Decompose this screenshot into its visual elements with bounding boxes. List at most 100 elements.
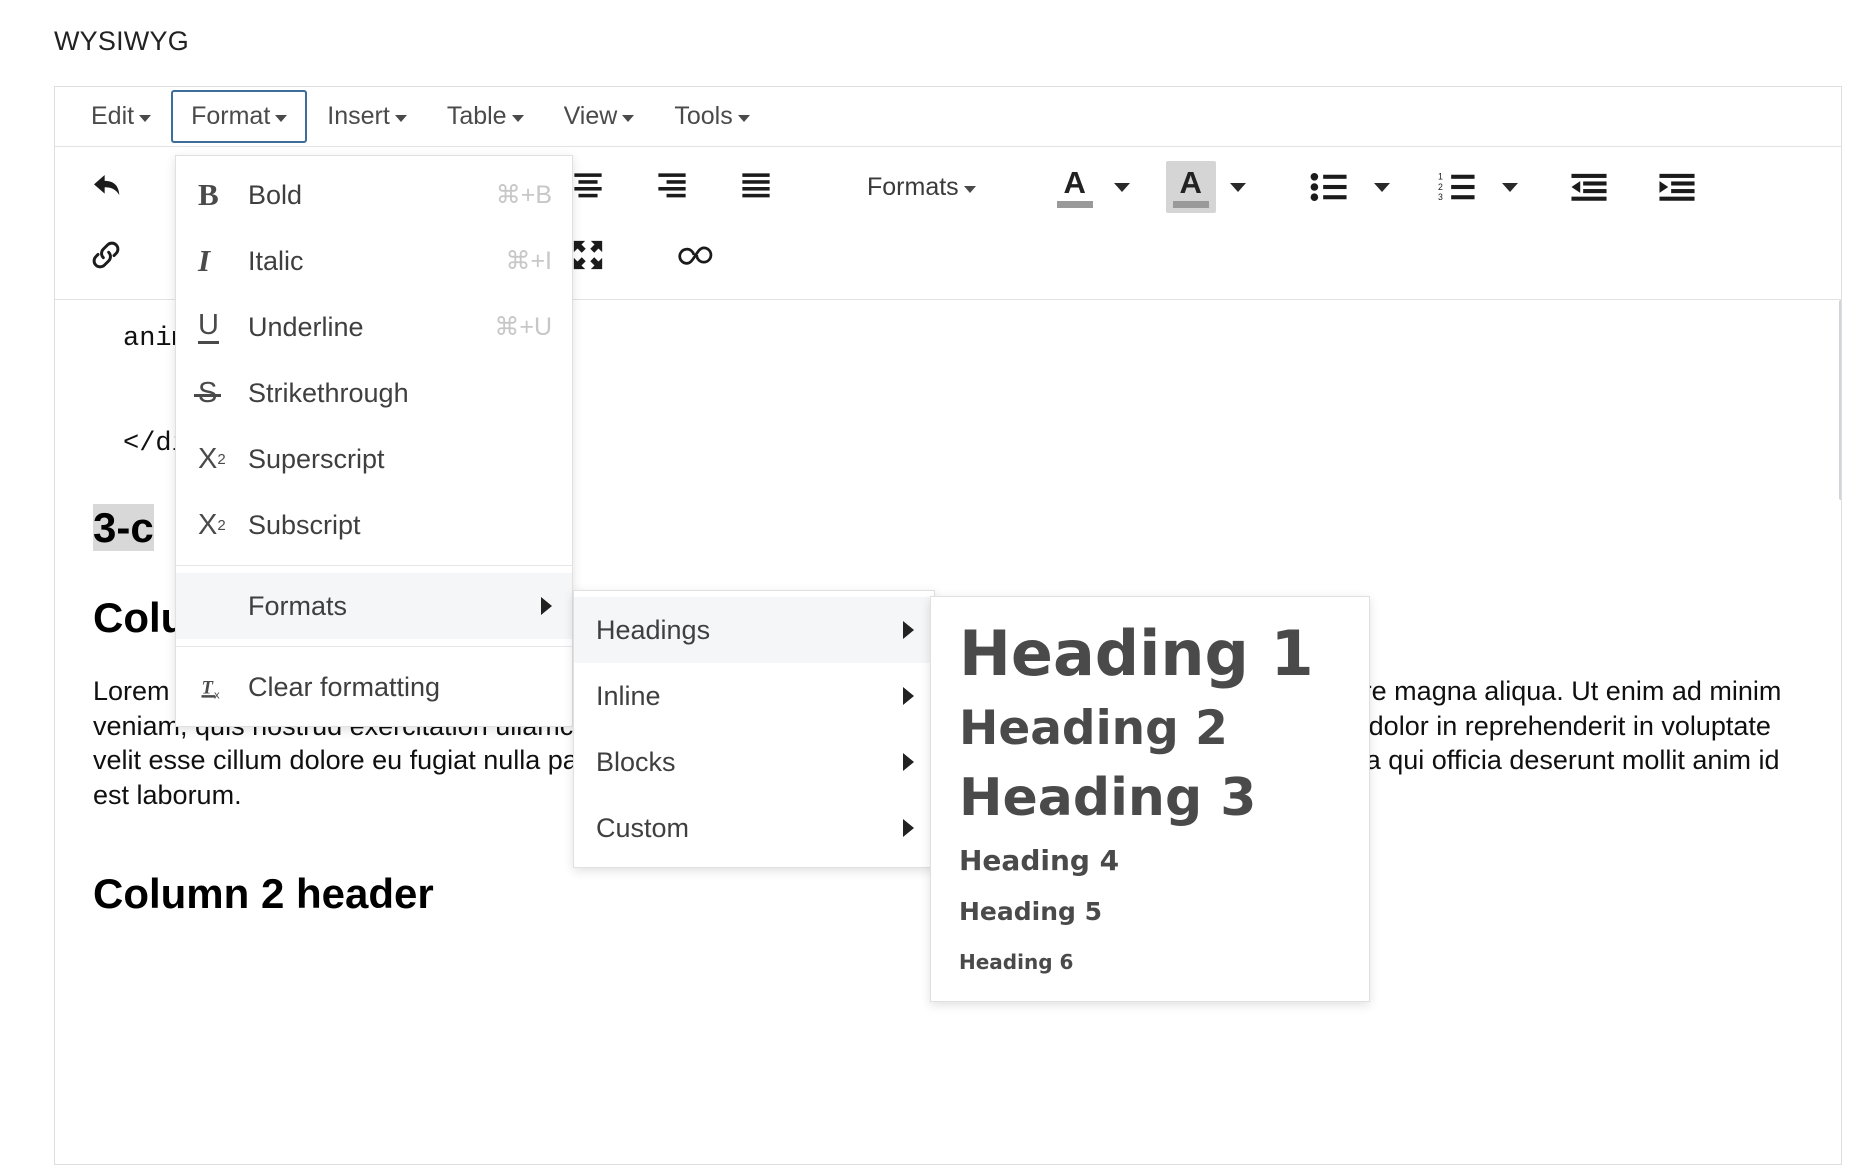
menu-tools-label: Tools <box>674 102 733 130</box>
menu-item-bold[interactable]: B Bold ⌘+B <box>176 162 572 228</box>
menu-item-italic-label: Italic <box>248 245 304 276</box>
strikethrough-icon: S <box>193 376 222 409</box>
align-justify-button[interactable] <box>725 159 787 215</box>
menu-item-subscript[interactable]: X2 Subscript <box>176 492 572 558</box>
heading-option-6[interactable]: Heading 6 <box>931 950 1369 975</box>
chevron-down-icon <box>1373 182 1390 192</box>
menu-item-strikethrough[interactable]: S Strikethrough <box>176 360 572 426</box>
formats-dropdown-button[interactable]: Formats <box>855 163 988 212</box>
menu-format-label: Format <box>191 102 271 130</box>
chevron-right-icon <box>903 753 914 771</box>
menu-tools[interactable]: Tools <box>654 90 769 143</box>
submenu-item-blocks[interactable]: Blocks <box>574 729 934 795</box>
background-color-dropdown[interactable] <box>1216 159 1260 215</box>
subscript-icon: X2 <box>198 508 226 541</box>
chevron-down-icon <box>275 115 288 122</box>
selected-heading-text: 3-c <box>93 504 154 551</box>
background-color-button[interactable]: A <box>1165 161 1216 213</box>
indent-icon <box>1659 173 1695 201</box>
submenu-item-inline-label: Inline <box>596 680 661 711</box>
svg-text:1: 1 <box>1438 172 1443 182</box>
formats-submenu: Headings Inline Blocks Custom <box>573 590 935 868</box>
bulleted-list-dropdown[interactable] <box>1360 159 1404 215</box>
infinity-icon <box>678 246 713 265</box>
chevron-down-icon <box>139 115 152 122</box>
headings-submenu: Heading 1 Heading 2 Heading 3 Heading 4 … <box>930 596 1370 1002</box>
numbered-list-icon: 1 2 3 <box>1438 172 1475 202</box>
page-title: WYSIWYG <box>54 26 189 56</box>
menu-item-italic-shortcut: ⌘+I <box>505 247 552 275</box>
link-button[interactable] <box>75 227 137 283</box>
chevron-down-icon <box>394 115 407 122</box>
menu-item-bold-label: Bold <box>248 179 303 210</box>
text-color-glyph: A <box>1063 164 1086 200</box>
link-icon <box>92 241 120 269</box>
heading-option-1[interactable]: Heading 1 <box>931 619 1369 688</box>
undo-button[interactable] <box>75 159 137 215</box>
numbered-list-button[interactable]: 1 2 3 <box>1426 159 1488 215</box>
menu-edit-label: Edit <box>91 102 135 130</box>
undo-arrow-icon <box>94 175 120 195</box>
menu-divider <box>176 646 572 647</box>
format-dropdown-menu: B Bold ⌘+B I Italic ⌘+I U Underline ⌘+U … <box>175 155 573 727</box>
italic-icon: I <box>198 243 211 278</box>
chevron-right-icon <box>541 597 552 615</box>
text-color-dropdown[interactable] <box>1100 159 1144 215</box>
document-scrollbar[interactable] <box>1839 300 1841 1120</box>
menu-item-clear-formatting-label: Clear formatting <box>248 671 441 702</box>
scrollbar-thumb[interactable] <box>1839 300 1841 500</box>
svg-text:3: 3 <box>1438 192 1443 202</box>
submenu-item-inline[interactable]: Inline <box>574 663 934 729</box>
chevron-down-icon <box>737 115 750 122</box>
menu-item-bold-shortcut: ⌘+B <box>495 181 552 209</box>
menu-edit[interactable]: Edit <box>71 90 171 143</box>
infinity-button[interactable] <box>667 227 729 283</box>
align-right-button[interactable] <box>641 159 703 215</box>
menu-item-superscript-label: Superscript <box>248 443 385 474</box>
heading-option-4[interactable]: Heading 4 <box>931 844 1369 877</box>
screenshot-root: WYSIWYG Edit Format Insert Table View To… <box>0 0 1868 1165</box>
outdent-button[interactable] <box>1558 159 1620 215</box>
chevron-right-icon <box>903 687 914 705</box>
heading-option-3[interactable]: Heading 3 <box>931 769 1369 828</box>
chevron-down-icon <box>622 115 635 122</box>
bulleted-list-button[interactable] <box>1298 159 1360 215</box>
submenu-item-custom[interactable]: Custom <box>574 795 934 861</box>
menu-item-underline[interactable]: U Underline ⌘+U <box>176 294 572 360</box>
numbered-list-dropdown[interactable] <box>1488 159 1532 215</box>
submenu-item-headings[interactable]: Headings <box>574 597 934 663</box>
chevron-right-icon <box>903 621 914 639</box>
menu-table-label: Table <box>446 102 507 130</box>
fullscreen-icon <box>573 240 603 270</box>
menu-divider <box>176 565 572 566</box>
menu-insert-label: Insert <box>327 102 390 130</box>
menu-view[interactable]: View <box>544 90 655 143</box>
menu-format[interactable]: Format <box>171 90 308 143</box>
bulleted-list-icon <box>1310 172 1347 202</box>
menu-item-superscript[interactable]: X2 Superscript <box>176 426 572 492</box>
menu-item-formats-label: Formats <box>248 590 348 621</box>
selected-heading: 3-c <box>93 504 154 551</box>
text-color-button[interactable]: A <box>1050 161 1100 213</box>
chevron-down-icon <box>963 185 976 193</box>
menu-item-underline-label: Underline <box>248 311 364 342</box>
heading-option-2[interactable]: Heading 2 <box>931 702 1369 755</box>
chevron-down-icon <box>1113 182 1130 192</box>
formats-dropdown-label: Formats <box>867 172 959 201</box>
menu-item-strikethrough-label: Strikethrough <box>248 377 409 408</box>
superscript-icon: X2 <box>198 442 226 475</box>
bold-icon: B <box>198 177 219 212</box>
heading-option-5[interactable]: Heading 5 <box>931 897 1369 927</box>
text-color-swatch <box>1056 200 1093 208</box>
menu-item-italic[interactable]: I Italic ⌘+I <box>176 228 572 294</box>
submenu-item-custom-label: Custom <box>596 812 690 843</box>
menu-item-subscript-label: Subscript <box>248 509 361 540</box>
align-center-icon <box>574 173 602 198</box>
menu-insert[interactable]: Insert <box>307 90 427 143</box>
background-color-glyph: A <box>1179 164 1202 200</box>
chevron-down-icon <box>1501 182 1518 192</box>
menu-item-formats[interactable]: Formats <box>176 573 572 639</box>
menu-table[interactable]: Table <box>427 90 544 143</box>
menu-item-clear-formatting[interactable]: T x Clear formatting <box>176 654 572 720</box>
indent-button[interactable] <box>1646 159 1708 215</box>
